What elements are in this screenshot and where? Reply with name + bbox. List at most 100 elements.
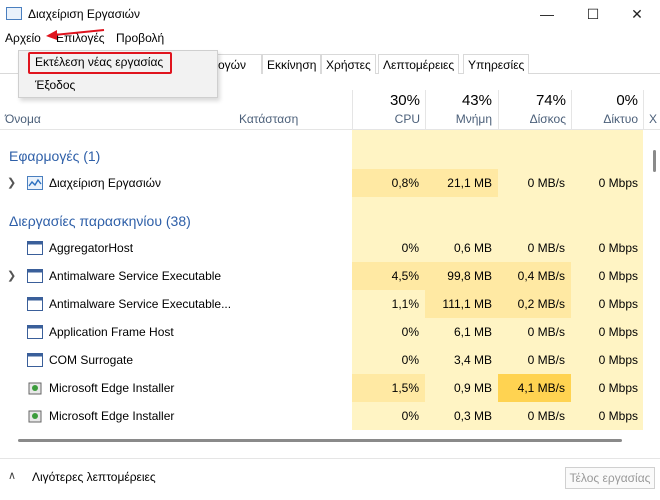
annotation-highlight-box [28,52,172,74]
memory-value: 111,1 MB [442,297,492,311]
task-manager-icon [6,7,22,20]
process-name: COM Surrogate [49,353,134,367]
table-row[interactable]: Microsoft Edge Installer 0% 0,3 MB 0 MB/… [0,402,648,430]
process-name: Microsoft Edge Installer [49,381,175,395]
cpu-value: 1,1% [391,297,419,311]
group-title-apps: Εφαρμογές (1) [9,148,101,164]
group-title-background: Διεργασίες παρασκηνίου (38) [9,213,191,229]
disk-value: 4,1 MB/s [517,381,565,395]
tab-startup[interactable]: Εκκίνηση [262,54,322,74]
annotation-arrow-icon [46,29,105,40]
process-window-icon [27,325,43,339]
column-extra-partial[interactable]: Χ [649,112,660,126]
disk-value: 0 MB/s [527,176,565,190]
process-name: Antimalware Service Executable [49,269,222,283]
network-value: 0 Mbps [598,297,638,311]
title-bar: Διαχείριση Εργασιών — ☐ ✕ [0,0,660,28]
disk-value: 0 MB/s [527,409,565,423]
table-row[interactable]: COM Surrogate 0% 3,4 MB 0 MB/s 0 Mbps [0,346,648,374]
network-value: 0 Mbps [598,241,638,255]
exit-menu-item[interactable]: Έξοδος [35,78,75,92]
tab-app-history[interactable]: ογών [214,54,262,74]
process-window-icon [27,353,43,367]
column-memory[interactable]: Μνήμη [440,112,492,126]
process-name: Application Frame Host [49,325,174,339]
column-divider [643,90,644,130]
network-value: 0 Mbps [598,269,638,283]
process-window-icon [27,269,43,283]
process-name: AggregatorHost [49,241,134,255]
process-name: Microsoft Edge Installer [49,409,175,423]
column-divider [498,90,499,130]
table-row[interactable]: AggregatorHost 0% 0,6 MB 0 MB/s 0 Mbps [0,234,648,262]
memory-value: 3,4 MB [453,353,492,367]
disk-value: 0 MB/s [527,325,565,339]
end-task-button[interactable]: Τέλος εργασίας [565,467,655,489]
memory-value: 21,1 MB [447,176,492,190]
column-name[interactable]: Όνομα [5,112,41,126]
menu-view[interactable]: Προβολή [116,31,164,45]
column-status[interactable]: Κατάσταση [239,112,298,126]
column-divider [425,90,426,130]
network-value: 0 Mbps [598,353,638,367]
disk-percent: 74% [535,92,566,109]
table-row[interactable]: ❯ Antimalware Service Executable 4,5% 99… [0,262,648,290]
cpu-value: 0% [401,241,419,255]
column-divider [352,90,353,130]
group-header-background[interactable]: Διεργασίες παρασκηνίου (38) [0,205,648,233]
process-window-icon [27,241,43,255]
tab-details[interactable]: Λεπτομέρειες [378,54,460,74]
network-value: 0 Mbps [598,409,638,423]
cpu-value: 4,5% [391,269,419,283]
disk-value: 0,4 MB/s [517,269,565,283]
vertical-scroll-thumb[interactable] [653,150,656,172]
process-name: Antimalware Service Executable... [49,297,232,311]
chevron-right-icon[interactable]: ❯ [7,176,16,189]
memory-value: 0,6 MB [453,241,492,255]
memory-value: 0,9 MB [453,381,492,395]
table-row[interactable]: Antimalware Service Executable... 1,1% 1… [0,290,648,318]
cpu-value: 1,5% [391,381,419,395]
cpu-value: 0% [401,353,419,367]
disk-value: 0 MB/s [527,241,565,255]
task-manager-icon [27,176,43,190]
network-percent: 0% [616,92,638,109]
horizontal-scrollbar[interactable] [0,434,650,446]
tab-users[interactable]: Χρήστες [321,54,376,74]
network-value: 0 Mbps [598,381,638,395]
network-value: 0 Mbps [598,176,638,190]
group-header-apps[interactable]: Εφαρμογές (1) [0,140,648,168]
disk-value: 0 MB/s [527,353,565,367]
vertical-scrollbar[interactable] [650,130,660,430]
chevron-right-icon[interactable]: ❯ [7,269,16,282]
column-cpu[interactable]: CPU [372,112,420,126]
window-title: Διαχείριση Εργασιών [28,7,141,21]
memory-percent: 43% [461,92,492,109]
disk-value: 0,2 MB/s [517,297,565,311]
process-window-icon [27,297,43,311]
installer-icon [28,382,42,395]
horizontal-scroll-thumb[interactable] [18,439,622,442]
close-button[interactable]: ✕ [614,0,660,28]
table-row[interactable]: Microsoft Edge Installer 1,5% 0,9 MB 4,1… [0,374,648,402]
cpu-value: 0% [401,325,419,339]
memory-value: 99,8 MB [447,269,492,283]
column-disk[interactable]: Δίσκος [510,112,566,126]
cpu-percent: 30% [389,92,420,109]
cpu-value: 0,8% [391,176,419,190]
minimize-button[interactable]: — [524,0,570,28]
memory-value: 0,3 MB [453,409,492,423]
table-row[interactable]: Application Frame Host 0% 6,1 MB 0 MB/s … [0,318,648,346]
network-value: 0 Mbps [598,325,638,339]
tab-services[interactable]: Υπηρεσίες [463,54,530,74]
installer-icon [28,410,42,423]
fewer-details-link[interactable]: Λιγότερες λεπτομέρειες [32,470,156,484]
menu-file[interactable]: Αρχείο [5,31,41,45]
memory-value: 6,1 MB [453,325,492,339]
chevron-up-icon[interactable]: ∧ [8,469,16,482]
process-list: Εφαρμογές (1) ❯ Διαχείριση Εργασιών 0,8%… [0,130,648,430]
table-row[interactable]: ❯ Διαχείριση Εργασιών 0,8% 21,1 MB 0 MB/… [0,169,648,197]
footer-bar: ∧ Λιγότερες λεπτομέρειες Τέλος εργασίας [0,458,660,500]
maximize-button[interactable]: ☐ [570,0,616,28]
column-network[interactable]: Δίκτυο [580,112,638,126]
